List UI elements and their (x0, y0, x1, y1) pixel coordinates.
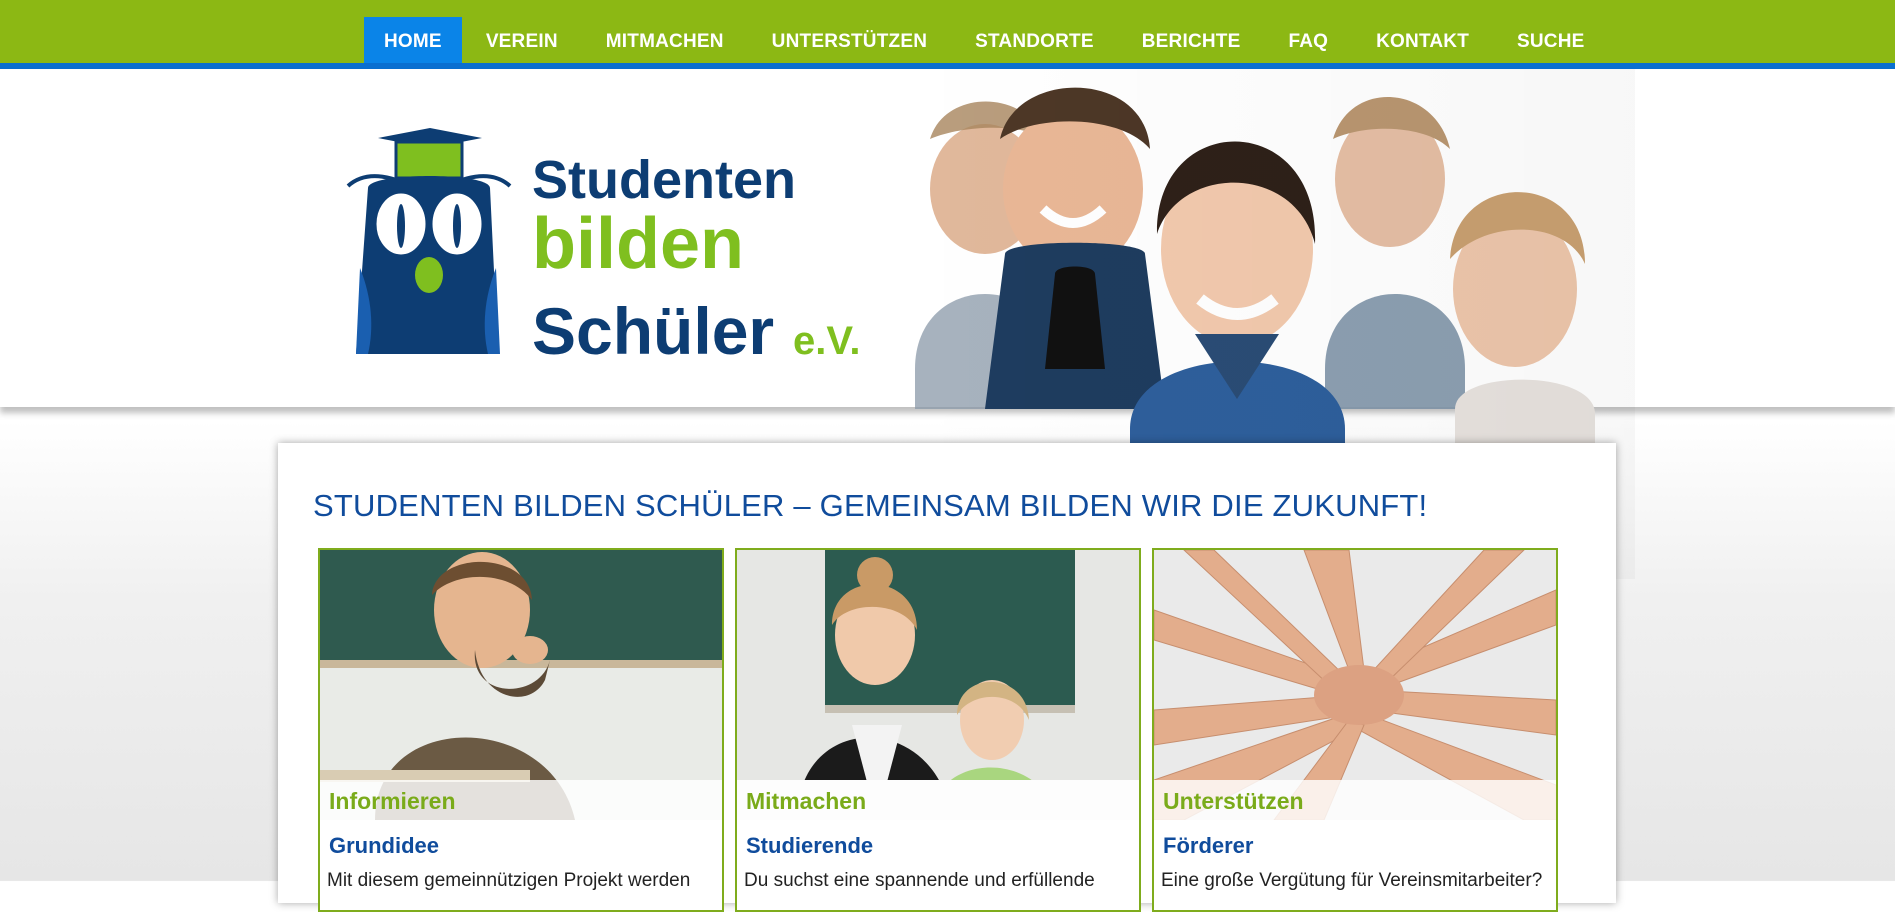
nav-item-unterstuetzen[interactable]: UNTERSTÜTZEN (748, 17, 951, 63)
logo-line-bilden: bilden (532, 204, 744, 284)
main-menu: HOME VEREIN MITMACHEN UNTERSTÜTZEN STAND… (364, 17, 1609, 63)
card-informieren[interactable]: Informieren Grundidee Mit diesem gemeinn… (318, 548, 724, 912)
nav-item-kontakt[interactable]: KONTAKT (1352, 17, 1493, 63)
nav-item-home[interactable]: HOME (364, 17, 462, 63)
card-category: Mitmachen (746, 788, 867, 814)
top-navigation: HOME VEREIN MITMACHEN UNTERSTÜTZEN STAND… (0, 0, 1895, 69)
nav-item-verein[interactable]: VEREIN (462, 17, 582, 63)
nav-item-berichte[interactable]: BERICHTE (1118, 17, 1265, 63)
logo-suffix-ev: e.V. (793, 319, 860, 363)
card-subtitle[interactable]: Förderer (1163, 833, 1253, 859)
card-subtitle[interactable]: Grundidee (329, 833, 439, 859)
card-mitmachen[interactable]: Mitmachen Studierende Du suchst eine spa… (735, 548, 1141, 912)
page-title: STUDENTEN BILDEN SCHÜLER – GEMEINSAM BIL… (313, 488, 1428, 523)
card-subtitle[interactable]: Studierende (746, 833, 873, 859)
logo-line-schueler: Schüler (532, 294, 774, 364)
nav-item-standorte[interactable]: STANDORTE (951, 17, 1118, 63)
card-text: Eine große Vergütung für Vereinsmitarbei… (1161, 870, 1543, 891)
card-category: Informieren (329, 788, 456, 814)
content-panel: STUDENTEN BILDEN SCHÜLER – GEMEINSAM BIL… (278, 443, 1616, 912)
nav-item-faq[interactable]: FAQ (1264, 17, 1352, 63)
owl-icon (346, 128, 512, 354)
nav-item-suche[interactable]: SUCHE (1493, 17, 1609, 63)
card-unterstuetzen[interactable]: Unterstützen Förderer Eine große Vergütu… (1152, 548, 1558, 912)
card-text: Du suchst eine spannende und erfüllende (744, 870, 1095, 891)
card-category: Unterstützen (1163, 788, 1304, 814)
logo-line-studenten: Studenten (532, 150, 796, 210)
nav-item-mitmachen[interactable]: MITMACHEN (582, 17, 748, 63)
card-text: Mit diesem gemeinnützigen Projekt werden (327, 870, 691, 891)
site-logo[interactable]: Studenten bilden Schüler e.V. (338, 128, 898, 364)
